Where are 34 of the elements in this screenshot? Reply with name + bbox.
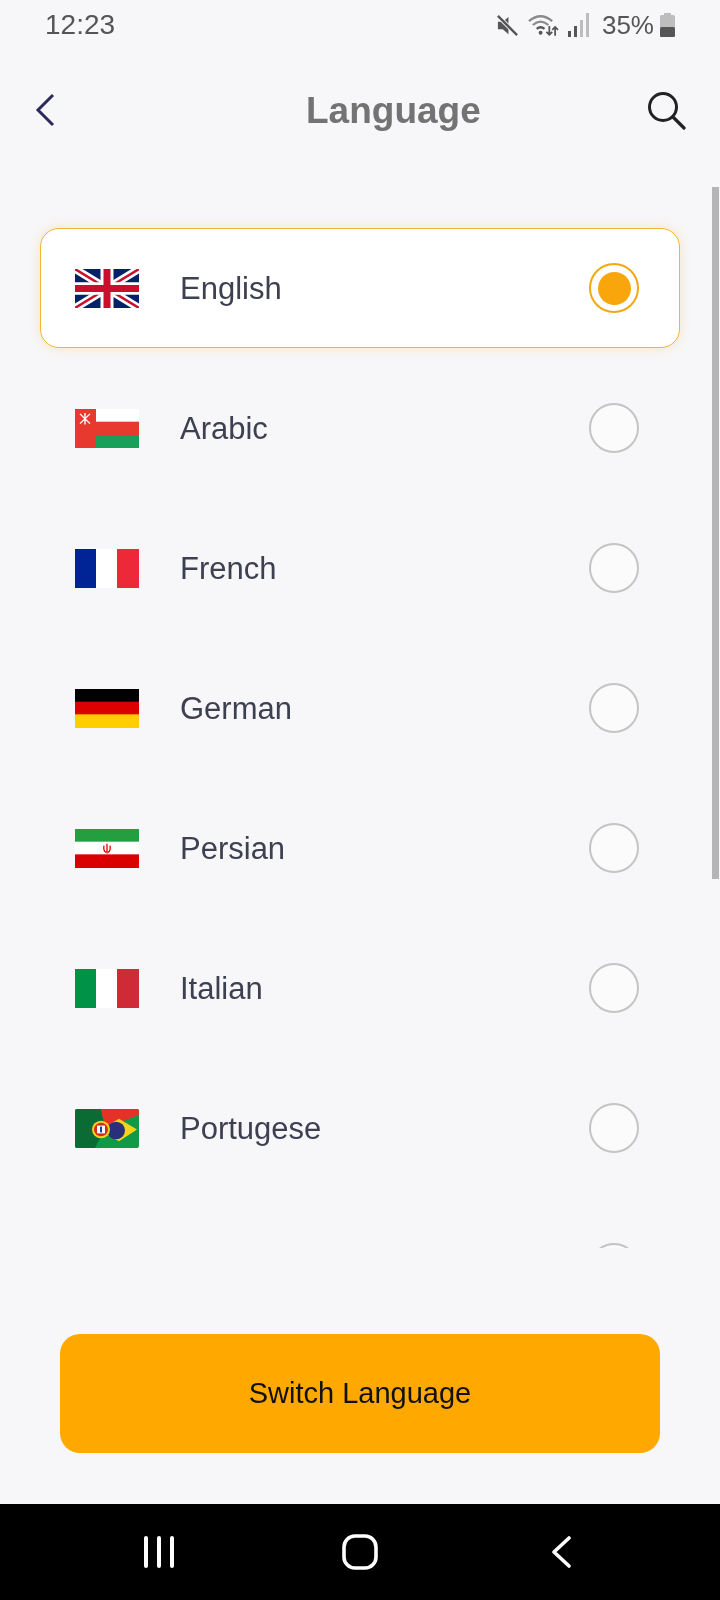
back-icon[interactable] xyxy=(35,93,55,127)
status-time: 12:23 xyxy=(45,11,116,39)
mute-icon xyxy=(495,13,519,37)
oman-flag-icon xyxy=(75,408,139,448)
radio-button[interactable] xyxy=(589,963,639,1013)
iran-flag-icon xyxy=(75,828,139,868)
france-flag-icon xyxy=(75,548,139,588)
uk-flag-icon xyxy=(75,268,139,308)
language-name: French xyxy=(180,552,277,584)
battery-percentage: 35% xyxy=(601,12,654,38)
radio-button[interactable] xyxy=(589,263,639,313)
signal-icon xyxy=(567,13,589,37)
italy-flag-icon xyxy=(75,968,139,1008)
switch-language-button[interactable]: Switch Language xyxy=(60,1334,660,1453)
radio-button[interactable] xyxy=(589,1103,639,1153)
radio-button[interactable] xyxy=(589,543,639,593)
battery-icon xyxy=(660,13,675,37)
radio-button[interactable] xyxy=(589,823,639,873)
radio-button[interactable] xyxy=(589,403,639,453)
page-title: Language xyxy=(306,91,481,129)
language-name: Arabic xyxy=(180,412,268,444)
language-name: Persian xyxy=(180,832,286,864)
germany-flag-icon xyxy=(75,688,139,728)
language-name: German xyxy=(180,692,292,724)
language-name: Italian xyxy=(180,972,263,1004)
language-name: Portugese xyxy=(180,1112,322,1144)
language-name: English xyxy=(180,272,282,304)
recent-apps-icon[interactable] xyxy=(143,1536,175,1568)
radio-button[interactable] xyxy=(589,683,639,733)
home-icon[interactable] xyxy=(342,1534,378,1570)
wifi-icon xyxy=(527,13,559,37)
selected-option-card[interactable]: English xyxy=(40,228,680,348)
portugal-brazil-flag-icon xyxy=(75,1108,139,1148)
search-icon[interactable] xyxy=(646,90,686,130)
